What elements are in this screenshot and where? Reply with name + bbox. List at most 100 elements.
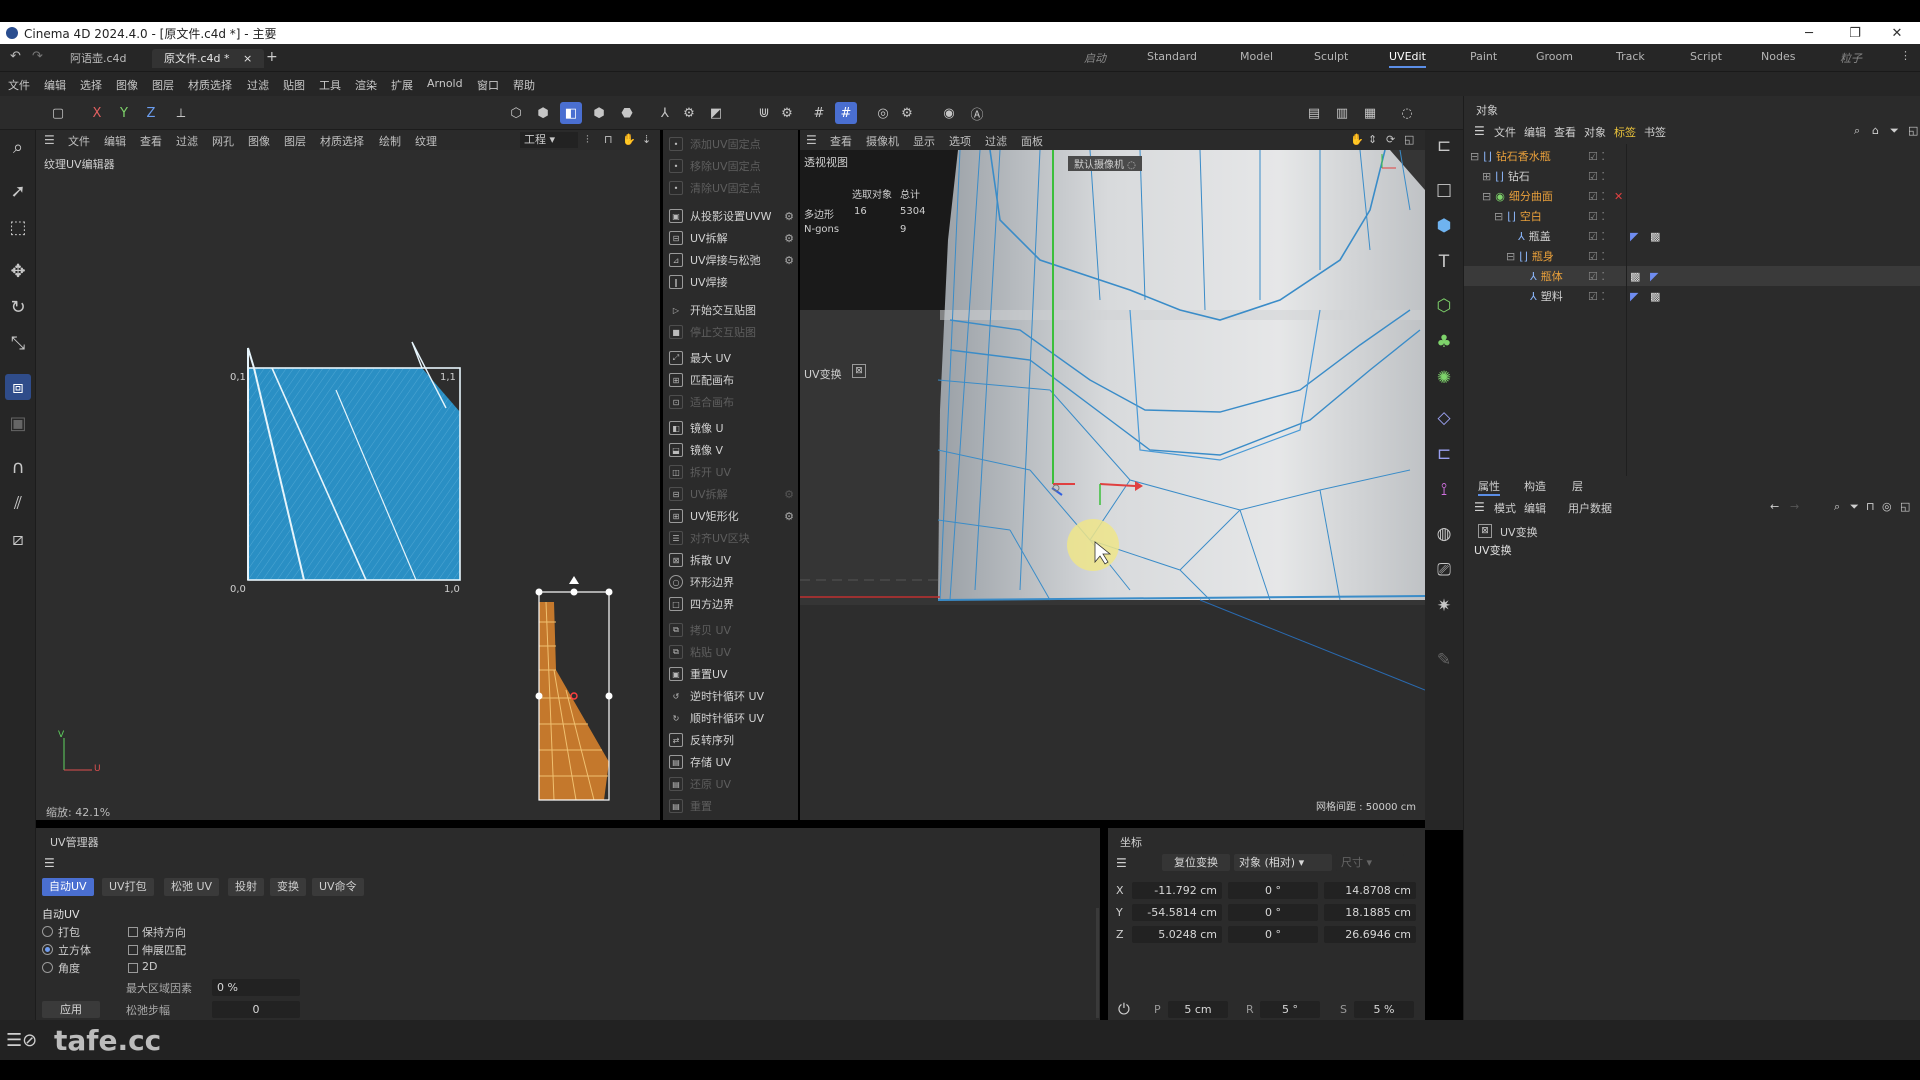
maximize-view-icon[interactable]: ◱ <box>1404 133 1414 146</box>
cmd-remove-uv-pin[interactable]: • 移除UV固定点 <box>663 156 798 176</box>
expand-icon[interactable]: ⊞ <box>1482 170 1491 183</box>
cmd-align-uv-shells[interactable]: ☰ 对齐UV区块 <box>663 528 798 548</box>
cmd-break-uv[interactable]: ⊠ 拆散 UV <box>663 550 798 570</box>
layout-particles[interactable]: 粒子 <box>1840 50 1862 66</box>
coord-size-select[interactable]: 尺寸 ▾ <box>1336 854 1404 871</box>
cmd-uv-unwrap[interactable]: ⊟ UV拆解 ⚙ <box>663 228 798 248</box>
rotate-tool-icon[interactable]: ↻ <box>5 294 31 320</box>
hamburger-icon[interactable]: ☰ <box>806 133 817 147</box>
tab-uv-pack[interactable]: UV打包 <box>102 878 154 896</box>
uv-mode-select[interactable]: 工程 ▾ <box>520 132 578 148</box>
obj-menu-object[interactable]: 对象 <box>1584 124 1606 140</box>
cmd-fit-to-canvas[interactable]: ⊡ 适合画布 <box>663 392 798 412</box>
cmd-split-uv[interactable]: ◫ 拆开 UV <box>663 462 798 482</box>
polygon-mode-icon[interactable]: ◧ <box>560 102 582 124</box>
render-picture-icon[interactable]: ▥ <box>1331 102 1353 124</box>
snap-settings-icon[interactable]: ⚙ <box>776 102 798 124</box>
coord-mode-select[interactable]: 对象 (相对) ▾ <box>1234 854 1332 871</box>
live-select-icon[interactable]: ➚ <box>5 178 31 204</box>
texture-mode-icon[interactable]: ⬢ <box>532 102 554 124</box>
field-icon[interactable]: ◇ <box>1432 406 1456 430</box>
obj-menu-tags[interactable]: 标签 <box>1614 124 1636 140</box>
cube-primitive-icon[interactable]: ⬢ <box>1432 214 1456 238</box>
obj-menu-bookmarks[interactable]: 书签 <box>1644 124 1666 140</box>
menu-material-select[interactable]: 材质选择 <box>188 77 232 93</box>
coord-pos-x[interactable]: -11.792 cm <box>1132 882 1222 899</box>
gear-icon[interactable]: ⚙ <box>784 488 794 501</box>
layout-model[interactable]: Model <box>1240 50 1273 63</box>
vp-menu-display[interactable]: 显示 <box>913 133 935 149</box>
disabled-x-icon[interactable]: ✕ <box>1614 190 1623 203</box>
camera-label[interactable]: 默认摄像机 ◌ <box>1068 156 1142 171</box>
layout-sculpt[interactable]: Sculpt <box>1314 50 1348 63</box>
back-arrow-icon[interactable]: ← <box>1770 500 1779 513</box>
uv-transform-hud-icon[interactable]: ⊠ <box>852 364 866 378</box>
snap-r-field[interactable]: 5 ° <box>1260 1001 1320 1018</box>
refresh-icon[interactable]: ◌ <box>1396 102 1418 124</box>
menu-texture[interactable]: 贴图 <box>283 77 305 93</box>
menu-window[interactable]: 窗口 <box>477 77 499 93</box>
lock-icon[interactable]: ⊓ <box>1866 500 1875 513</box>
cmd-mirror-v[interactable]: ⬓ 镜像 V <box>663 440 798 460</box>
coordinate-system-icon[interactable]: ⟂ <box>170 102 192 124</box>
apply-button[interactable]: 应用 <box>42 1001 100 1018</box>
coord-pos-z[interactable]: 5.0248 cm <box>1132 926 1222 943</box>
uv-menu-image[interactable]: 图像 <box>248 133 270 149</box>
layout-startup[interactable]: 启动 <box>1084 50 1106 66</box>
coord-pos-y[interactable]: -54.5814 cm <box>1132 904 1222 921</box>
attr-tab-layers[interactable]: 层 <box>1572 478 1583 494</box>
mograph-icon[interactable]: ♣ <box>1432 330 1456 354</box>
vp-menu-filter[interactable]: 过滤 <box>985 133 1007 149</box>
deformer-icon[interactable]: ✺ <box>1432 366 1456 390</box>
obj-menu-edit[interactable]: 编辑 <box>1524 124 1546 140</box>
uv-transform-tool-icon[interactable]: ⧈ <box>5 374 31 400</box>
coord-size-y[interactable]: 18.1885 cm <box>1324 904 1416 921</box>
tree-row-cap[interactable]: ⅄ 瓶盖 ☑ ⁚ ◤ ▩ <box>1464 226 1920 246</box>
layout-nodes[interactable]: Nodes <box>1761 50 1795 63</box>
quantize-power-icon[interactable]: ⏻ <box>1118 1000 1130 1018</box>
symmetry-icon[interactable]: ◎ <box>872 102 894 124</box>
render-region-icon[interactable]: ▤ <box>1303 102 1325 124</box>
layout-paint[interactable]: Paint <box>1470 50 1497 63</box>
cmd-uv-unwrap-2[interactable]: ⊟ UV拆解 ⚙ <box>663 484 798 504</box>
hamburger-icon[interactable]: ☰ <box>1116 856 1127 870</box>
menu-render[interactable]: 渲染 <box>355 77 377 93</box>
chart-icon[interactable]: ⫶ <box>586 133 589 147</box>
coord-rot-x[interactable]: 0 ° <box>1228 882 1318 899</box>
material-tag-icon[interactable]: ▩ <box>1650 230 1660 243</box>
uv-menu-material[interactable]: 材质选择 <box>320 133 364 149</box>
cmd-mirror-u[interactable]: ◧ 镜像 U <box>663 418 798 438</box>
dolly-icon[interactable]: ⇕ <box>1368 133 1377 146</box>
render-queue-icon[interactable]: ▦ <box>1359 102 1381 124</box>
tree-row-body[interactable]: ⊟ ⌊⌋ 瓶身 ☑ ⁚ <box>1464 246 1920 266</box>
filter-icon[interactable]: ⏷ <box>1850 500 1859 514</box>
vp-menu-view[interactable]: 查看 <box>830 133 852 149</box>
axis-mode-icon[interactable]: ⅄ <box>654 102 676 124</box>
menu-extensions[interactable]: 扩展 <box>391 77 413 93</box>
tab-relax-uv[interactable]: 松弛 UV <box>164 878 220 896</box>
check-stretch-fit[interactable] <box>128 945 138 955</box>
target-icon[interactable]: ◎ <box>1882 500 1892 513</box>
radio-pack[interactable] <box>42 926 53 937</box>
layout-standard[interactable]: Standard <box>1147 50 1197 63</box>
render-view-icon[interactable]: ◉ <box>938 102 960 124</box>
new-tab-icon[interactable]: + <box>266 49 278 65</box>
gear-icon[interactable]: ⚙ <box>784 254 794 267</box>
search-icon[interactable]: ⌕ <box>1834 500 1840 514</box>
edge-mode-icon[interactable]: ⬢ <box>588 102 610 124</box>
maximize-button[interactable]: ❐ <box>1832 22 1878 44</box>
tab-projection[interactable]: 投射 <box>228 878 264 896</box>
visibility-dots-icon[interactable]: ☑ ⁚ <box>1588 150 1605 163</box>
redo-icon[interactable]: ↷ <box>32 49 43 64</box>
move-tool-icon[interactable]: ✥ <box>5 258 31 284</box>
uv-paint-icon[interactable]: ▣ <box>5 410 31 436</box>
menu-select[interactable]: 选择 <box>80 77 102 93</box>
coord-size-z[interactable]: 26.6946 cm <box>1324 926 1416 943</box>
knife-icon[interactable]: ⫽ <box>5 490 31 516</box>
forward-arrow-icon[interactable]: → <box>1790 500 1799 513</box>
relax-step-field[interactable]: 0 <box>212 1001 300 1018</box>
cmd-square-border[interactable]: □ 四方边界 <box>663 594 798 614</box>
home-icon[interactable]: ⌂ <box>1872 124 1879 137</box>
phong-tag-icon[interactable]: ◤ <box>1650 270 1658 283</box>
layout-uvedit[interactable]: UVEdit <box>1389 50 1426 68</box>
